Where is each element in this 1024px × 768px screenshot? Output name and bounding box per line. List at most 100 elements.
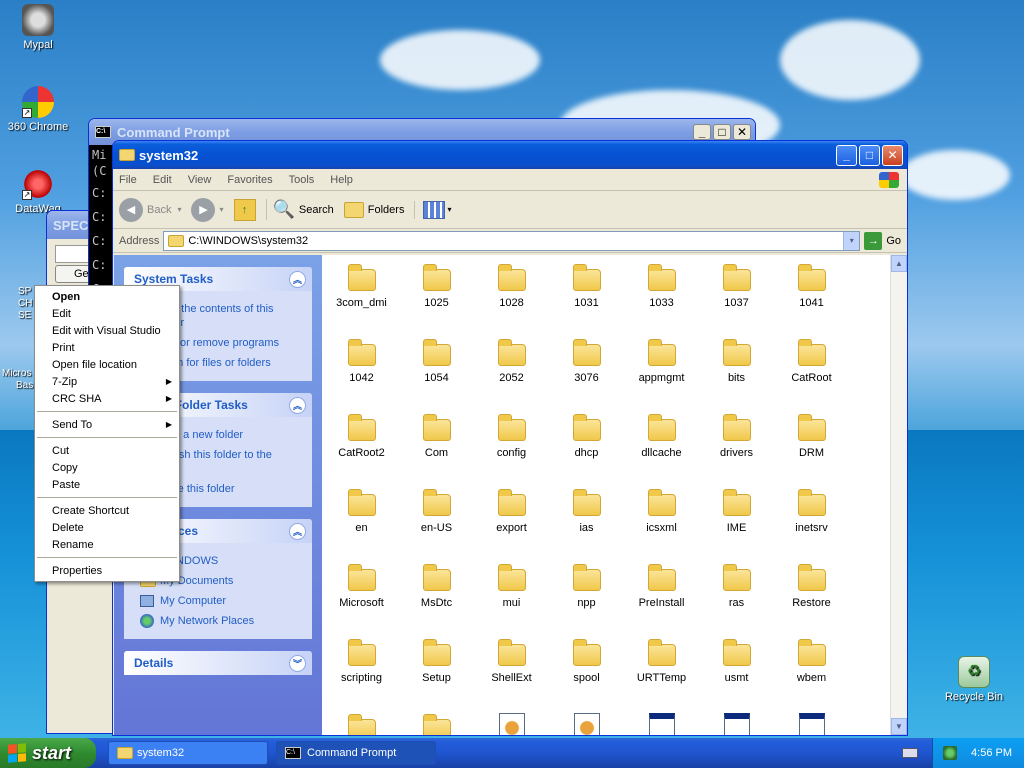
expand-chevron-icon[interactable]: ︾: [289, 654, 306, 672]
context-menu-item-edit[interactable]: Edit: [35, 305, 179, 322]
folder-item[interactable]: 2052: [474, 338, 549, 413]
partial-item[interactable]: [699, 713, 774, 735]
collapse-chevron-icon[interactable]: ︽: [289, 270, 306, 288]
context-menu-item-properties[interactable]: Properties: [35, 562, 179, 579]
folder-item[interactable]: Microsoft: [324, 563, 399, 638]
minimize-button[interactable]: _: [836, 144, 857, 166]
up-folder-button[interactable]: ↑: [233, 198, 256, 221]
folder-item[interactable]: Com: [399, 413, 474, 488]
context-menu-item-create-shortcut[interactable]: Create Shortcut: [35, 502, 179, 519]
place-link-my-computer[interactable]: My Computer: [134, 591, 302, 611]
menu-edit[interactable]: Edit: [153, 174, 172, 186]
collapse-chevron-icon[interactable]: ︽: [289, 396, 306, 414]
partial-item[interactable]: [624, 713, 699, 735]
menu-favorites[interactable]: Favorites: [227, 174, 272, 186]
folder-item[interactable]: inetsrv: [774, 488, 849, 563]
place-link-my-network-places[interactable]: My Network Places: [134, 611, 302, 631]
context-menu-item-crc-sha[interactable]: CRC SHA ▶: [35, 390, 179, 407]
network-tray-icon[interactable]: [943, 746, 958, 760]
folder-item[interactable]: en: [324, 488, 399, 563]
context-menu-item-send-to[interactable]: Send To ▶: [35, 416, 179, 433]
menu-tools[interactable]: Tools: [289, 174, 315, 186]
address-dropdown-button[interactable]: ▾: [843, 231, 860, 250]
partial-item[interactable]: [774, 713, 849, 735]
back-button[interactable]: ◀ Back ▾: [119, 197, 181, 222]
folder-item[interactable]: Setup: [399, 638, 474, 713]
folder-item[interactable]: dhcp: [549, 413, 624, 488]
folder-item[interactable]: 3com_dmi: [324, 263, 399, 338]
clock[interactable]: 4:56 PM: [971, 747, 1012, 759]
desktop-icon-360-chrome[interactable]: ↗ 360 Chrome: [0, 86, 76, 133]
context-menu-item-open[interactable]: Open: [35, 288, 179, 305]
close-button[interactable]: ✕: [733, 124, 751, 140]
folder-item[interactable]: 1031: [549, 263, 624, 338]
folder-content-area[interactable]: 3com_dmi 1025 1028 1031 1033 1037 1041 1042 1054…: [322, 255, 890, 735]
folder-item[interactable]: ias: [549, 488, 624, 563]
context-menu-item-edit-with-visual-studio[interactable]: Edit with Visual Studio: [35, 322, 179, 339]
folder-item[interactable]: npp: [549, 563, 624, 638]
context-menu-item-7-zip[interactable]: 7-Zip ▶: [35, 373, 179, 390]
context-menu-item-rename[interactable]: Rename: [35, 536, 179, 553]
folder-item[interactable]: CatRoot: [774, 338, 849, 413]
partial-item[interactable]: [399, 713, 474, 735]
partial-item[interactable]: [474, 713, 549, 735]
folder-item[interactable]: ras: [699, 563, 774, 638]
context-menu-item-delete[interactable]: Delete: [35, 519, 179, 536]
details-header[interactable]: Details ︾: [124, 651, 312, 675]
menu-view[interactable]: View: [188, 174, 212, 186]
folder-item[interactable]: 1042: [324, 338, 399, 413]
folder-item[interactable]: config: [474, 413, 549, 488]
context-menu-item-cut[interactable]: Cut: [35, 442, 179, 459]
scroll-down-button[interactable]: ▼: [891, 718, 907, 735]
go-button[interactable]: → Go: [864, 231, 901, 250]
forward-button[interactable]: ▶ ▾: [191, 197, 224, 222]
desktop-icon-mypal[interactable]: Mypal: [0, 4, 76, 51]
folder-item[interactable]: IME: [699, 488, 774, 563]
folder-item[interactable]: DRM: [774, 413, 849, 488]
explorer-titlebar[interactable]: system32 _ □ ✕: [113, 141, 907, 169]
scroll-up-button[interactable]: ▲: [891, 255, 907, 272]
desktop-icon-datawag[interactable]: ↗ DataWag: [0, 168, 76, 215]
folder-item[interactable]: 1041: [774, 263, 849, 338]
folder-item[interactable]: Restore: [774, 563, 849, 638]
folder-item[interactable]: usmt: [699, 638, 774, 713]
folder-item[interactable]: spool: [549, 638, 624, 713]
close-button[interactable]: ✕: [882, 144, 903, 166]
keyboard-icon[interactable]: [902, 748, 918, 758]
menu-file[interactable]: File: [119, 174, 137, 186]
folder-item[interactable]: ShellExt: [474, 638, 549, 713]
context-menu-item-paste[interactable]: Paste: [35, 476, 179, 493]
start-button[interactable]: start: [0, 738, 96, 768]
folder-item[interactable]: MsDtc: [399, 563, 474, 638]
taskbar-item-system32[interactable]: system32: [108, 741, 268, 765]
folders-button[interactable]: Folders: [343, 201, 404, 218]
folder-item[interactable]: wbem: [774, 638, 849, 713]
context-menu-item-copy[interactable]: Copy: [35, 459, 179, 476]
folder-item[interactable]: icsxml: [624, 488, 699, 563]
context-menu-item-open-file-location[interactable]: Open file location: [35, 356, 179, 373]
folder-item[interactable]: appmgmt: [624, 338, 699, 413]
folder-item[interactable]: dllcache: [624, 413, 699, 488]
folder-item[interactable]: export: [474, 488, 549, 563]
folder-item[interactable]: 1037: [699, 263, 774, 338]
folder-item[interactable]: CatRoot2: [324, 413, 399, 488]
folder-item[interactable]: 1028: [474, 263, 549, 338]
folder-item[interactable]: bits: [699, 338, 774, 413]
search-button[interactable]: 🔍 Search: [265, 199, 334, 220]
menu-help[interactable]: Help: [330, 174, 353, 186]
folder-item[interactable]: 1025: [399, 263, 474, 338]
folder-item[interactable]: mui: [474, 563, 549, 638]
folder-item[interactable]: scripting: [324, 638, 399, 713]
folder-item[interactable]: 3076: [549, 338, 624, 413]
context-menu-item-print[interactable]: Print: [35, 339, 179, 356]
vertical-scrollbar[interactable]: ▲ ▼: [890, 255, 907, 735]
desktop-icon-recycle-bin[interactable]: ♻ Recycle Bin: [936, 656, 1012, 703]
maximize-button[interactable]: □: [713, 124, 731, 140]
minimize-button[interactable]: _: [693, 124, 711, 140]
folder-item[interactable]: en-US: [399, 488, 474, 563]
taskbar-item-command-prompt[interactable]: C:\ Command Prompt: [276, 741, 436, 765]
collapse-chevron-icon[interactable]: ︽: [289, 522, 306, 540]
maximize-button[interactable]: □: [859, 144, 880, 166]
address-input[interactable]: C:\WINDOWS\system32 ▾: [163, 230, 861, 251]
explorer-window[interactable]: system32 _ □ ✕ File Edit View Favorites …: [112, 140, 908, 736]
